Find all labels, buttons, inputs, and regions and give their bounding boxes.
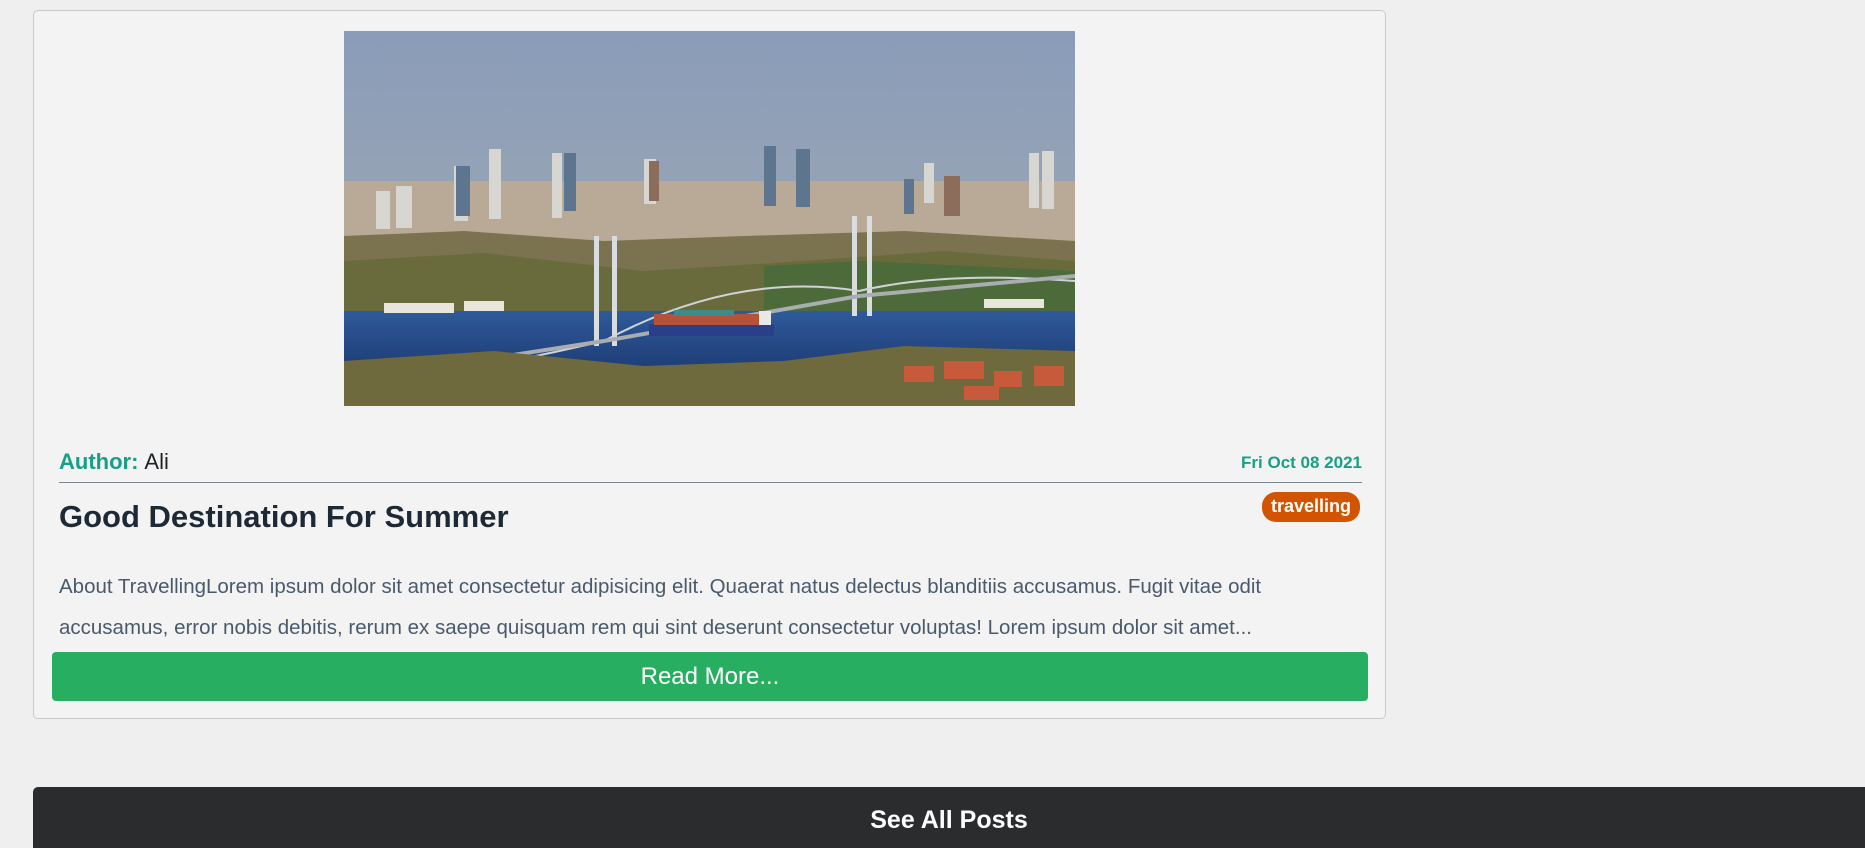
author: Author: Ali [59,449,169,475]
post-card: Author: Ali Fri Oct 08 2021 Good Destinat… [33,10,1386,719]
author-name[interactable]: Ali [144,449,168,474]
author-label: Author: [59,449,139,474]
city-bridge-photo [344,31,1075,406]
post-title: Good Destination For Summer [59,499,509,534]
see-all-posts-button[interactable]: See All Posts [33,787,1865,848]
post-image [344,31,1075,406]
tag-badge[interactable]: travelling [1261,492,1360,522]
post-excerpt: About TravellingLorem ipsum dolor sit am… [59,575,1262,639]
post-date: Fri Oct 08 2021 [1241,453,1362,472]
post-meta-row: Author: Ali Fri Oct 08 2021 [59,439,1362,483]
read-more-button[interactable]: Read More... [52,652,1368,701]
